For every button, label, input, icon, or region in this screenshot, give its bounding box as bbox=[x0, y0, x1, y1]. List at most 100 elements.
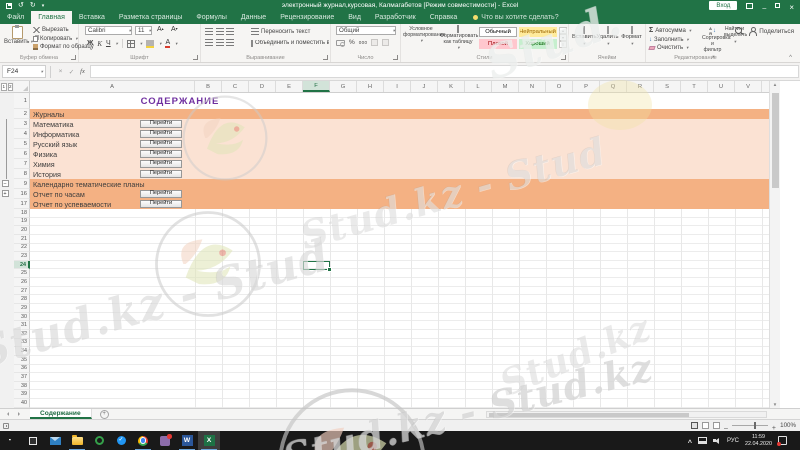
row-header-4[interactable]: 4 bbox=[14, 129, 30, 139]
row-header-5[interactable]: 5 bbox=[14, 139, 30, 149]
row-header-7[interactable]: 7 bbox=[14, 159, 30, 169]
align-left-icon[interactable] bbox=[205, 39, 213, 46]
ribbon-tab-Вставка[interactable]: Вставка bbox=[72, 11, 112, 24]
italic-button[interactable]: К bbox=[97, 40, 102, 48]
row-header-6[interactable]: 6 bbox=[14, 149, 30, 159]
empty-cells[interactable] bbox=[30, 399, 769, 408]
row-header-29[interactable]: 29 bbox=[14, 304, 30, 313]
row-4-cells[interactable]: Информатика Перейти bbox=[30, 129, 769, 139]
column-header-D[interactable]: D bbox=[249, 81, 276, 92]
zoom-level[interactable]: 100% bbox=[780, 422, 796, 429]
fill-button[interactable]: ↓ Заполнить bbox=[649, 37, 691, 43]
empty-cells[interactable] bbox=[30, 295, 769, 305]
ribbon-tab-Разработчик[interactable]: Разработчик bbox=[368, 11, 423, 24]
zoom-slider[interactable] bbox=[731, 421, 768, 429]
minimize-icon[interactable] bbox=[762, 0, 766, 15]
ribbon-tab-Главная[interactable]: Главная bbox=[31, 11, 72, 24]
save-icon[interactable] bbox=[6, 2, 12, 9]
empty-cells[interactable] bbox=[30, 287, 769, 296]
column-header-F[interactable]: F bbox=[303, 81, 330, 92]
row-16-cells[interactable]: Отчет по часам Перейти bbox=[30, 189, 769, 199]
column-header-L[interactable]: L bbox=[465, 81, 492, 92]
taskbar-mail-icon[interactable] bbox=[44, 431, 66, 450]
go-button-Русский язык[interactable]: Перейти bbox=[140, 140, 182, 148]
row-6-cells[interactable]: Физика Перейти bbox=[30, 149, 769, 159]
column-header-Q[interactable]: Q bbox=[600, 81, 627, 92]
go-button-История[interactable]: Перейти bbox=[140, 170, 182, 178]
increase-decimal-icon[interactable] bbox=[371, 39, 379, 46]
empty-cells[interactable] bbox=[30, 269, 769, 279]
empty-cells[interactable] bbox=[30, 278, 769, 287]
name-box[interactable]: F24 bbox=[2, 65, 46, 78]
empty-cells[interactable] bbox=[30, 321, 769, 330]
selected-cell[interactable] bbox=[303, 261, 332, 272]
row-header-39[interactable]: 39 bbox=[14, 390, 30, 400]
column-header-U[interactable]: U bbox=[708, 81, 735, 92]
go-button-Химия[interactable]: Перейти bbox=[140, 160, 182, 168]
row-header-36[interactable]: 36 bbox=[14, 364, 30, 374]
column-header-A[interactable]: A bbox=[30, 81, 195, 92]
add-sheet-icon[interactable] bbox=[99, 409, 109, 419]
accounting-format-icon[interactable] bbox=[336, 39, 345, 47]
tell-me-search[interactable]: Что вы хотите сделать? bbox=[464, 11, 567, 24]
row-header-9[interactable]: 9 bbox=[14, 179, 30, 189]
taskbar-chrome-icon[interactable] bbox=[132, 431, 154, 450]
fill-color-icon[interactable] bbox=[146, 39, 155, 48]
collapse-ribbon-icon[interactable] bbox=[789, 55, 792, 61]
row-9-cells[interactable]: Календарно тематические планы bbox=[30, 179, 769, 189]
column-header-W[interactable]: W bbox=[762, 81, 769, 92]
go-button-Информатика[interactable]: Перейти bbox=[140, 130, 182, 138]
row-header-17[interactable]: 17 bbox=[14, 199, 30, 209]
page-break-view-icon[interactable] bbox=[713, 422, 720, 429]
column-header-B[interactable]: B bbox=[195, 81, 222, 92]
go-button-Отчет по успеваемости[interactable]: Перейти bbox=[140, 200, 182, 208]
row-5-cells[interactable]: Русский язык Перейти bbox=[30, 139, 769, 149]
merge-center-button[interactable]: Объединить и поместить в центре bbox=[251, 39, 329, 47]
align-middle-icon[interactable] bbox=[215, 28, 224, 35]
cell-style-Нейтральный[interactable]: Нейтральный bbox=[518, 27, 557, 37]
zoom-slider-thumb[interactable] bbox=[753, 421, 757, 429]
row-header-16[interactable]: 16 bbox=[14, 189, 30, 199]
language-indicator[interactable]: РУС bbox=[727, 438, 739, 444]
format-as-table-button[interactable]: Форматировать как таблицу bbox=[440, 25, 478, 52]
horizontal-scroll-thumb[interactable] bbox=[489, 413, 689, 417]
empty-cells[interactable] bbox=[30, 261, 769, 270]
ribbon-tab-Рецензирование[interactable]: Рецензирование bbox=[273, 11, 341, 24]
wrap-text-button[interactable]: Переносить текст bbox=[251, 28, 328, 35]
taskbar-task-view-icon[interactable] bbox=[22, 431, 44, 450]
format-cells-button[interactable]: Формат bbox=[620, 26, 643, 48]
cell-style-Плохой[interactable]: Плохой bbox=[479, 38, 517, 49]
grow-font-icon[interactable]: А bbox=[157, 26, 164, 33]
share-button[interactable]: Поделиться bbox=[748, 27, 794, 36]
scroll-down-icon[interactable] bbox=[770, 402, 780, 407]
taskbar-antivirus-icon[interactable] bbox=[88, 431, 110, 450]
column-header-O[interactable]: O bbox=[546, 81, 573, 92]
column-header-M[interactable]: M bbox=[492, 81, 519, 92]
column-header-G[interactable]: G bbox=[330, 81, 357, 92]
go-button-Математика[interactable]: Перейти bbox=[140, 120, 182, 128]
row-header-26[interactable]: 26 bbox=[14, 278, 30, 287]
row-header-33[interactable]: 33 bbox=[14, 338, 30, 348]
row-header-21[interactable]: 21 bbox=[14, 234, 30, 244]
taskbar-word-icon[interactable]: W bbox=[176, 431, 198, 450]
customize-qat-icon[interactable] bbox=[42, 2, 45, 9]
row-3-cells[interactable]: Математика Перейти bbox=[30, 119, 769, 129]
row-17-cells[interactable]: Отчет по успеваемости Перейти bbox=[30, 199, 769, 209]
hidden-icons-chevron-icon[interactable] bbox=[688, 432, 692, 450]
font-size-select[interactable]: 11 bbox=[135, 26, 152, 35]
redo-icon[interactable] bbox=[30, 2, 36, 9]
empty-cells[interactable] bbox=[30, 373, 769, 382]
row-2-cells[interactable]: Журналы bbox=[30, 109, 769, 119]
autosum-button[interactable]: Σ Автосумма bbox=[649, 27, 691, 34]
row-header-23[interactable]: 23 bbox=[14, 252, 30, 261]
sign-in-button[interactable]: Вход bbox=[709, 1, 738, 10]
cell-style-Хороший[interactable]: Хороший bbox=[518, 38, 557, 49]
align-bottom-icon[interactable] bbox=[226, 28, 234, 35]
empty-cells[interactable] bbox=[30, 339, 769, 348]
shrink-font-icon[interactable]: А bbox=[171, 26, 178, 33]
column-header-J[interactable]: J bbox=[411, 81, 438, 92]
row-header-3[interactable]: 3 bbox=[14, 119, 30, 129]
percent-format-icon[interactable]: % bbox=[349, 39, 355, 46]
row-header-32[interactable]: 32 bbox=[14, 329, 30, 339]
number-format-select[interactable]: Общий bbox=[336, 26, 396, 35]
